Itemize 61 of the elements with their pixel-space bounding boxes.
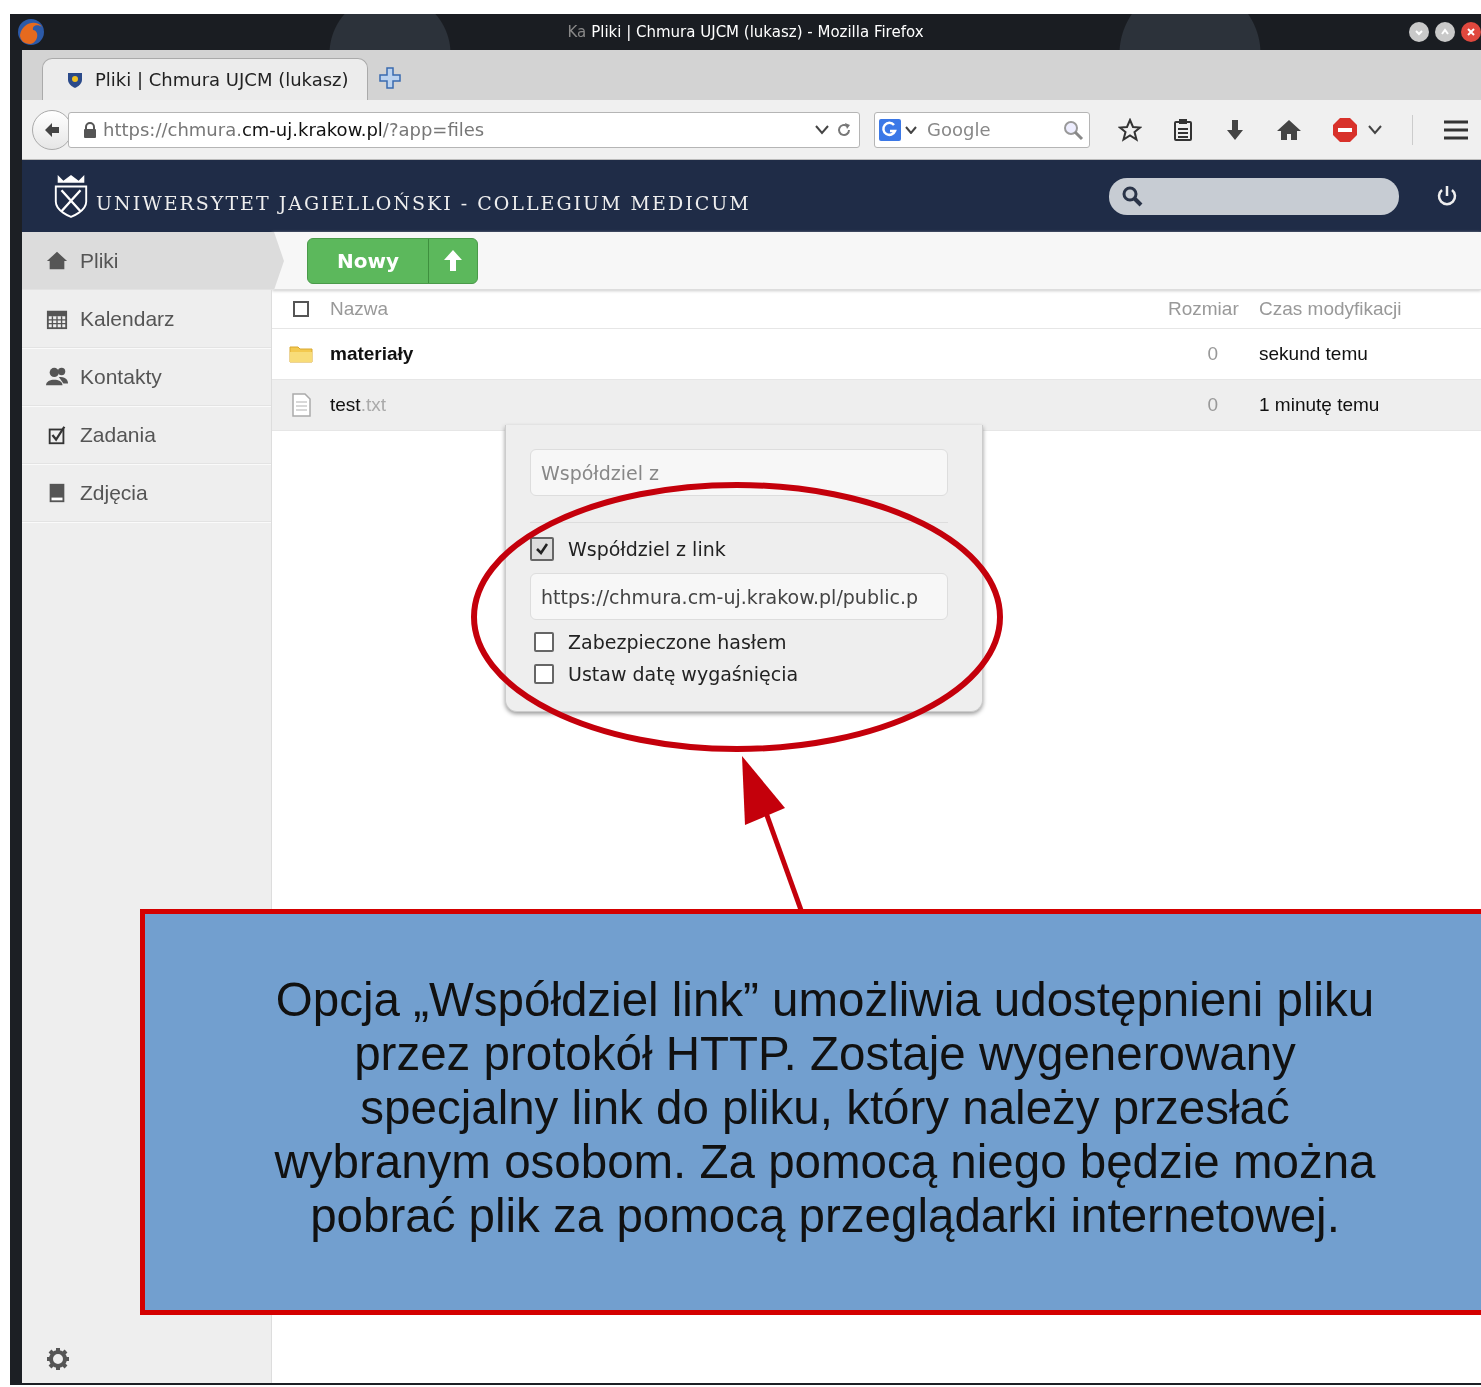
search-placeholder: Google: [927, 119, 992, 140]
university-crest-icon: [52, 172, 90, 220]
settings-icon[interactable]: [46, 1347, 70, 1371]
checkmark-icon: [535, 542, 549, 556]
search-field[interactable]: [1109, 177, 1399, 215]
close-icon: [1466, 27, 1476, 37]
url-text: https://chmura.cm-uj.krakow.pl/?app=files: [103, 119, 485, 140]
stop-sign-icon[interactable]: [1332, 116, 1358, 143]
power-icon[interactable]: [1435, 184, 1459, 208]
share-with-field[interactable]: Współdziel z: [530, 449, 948, 496]
file-row[interactable]: test.txt 0 1 minutę temu: [272, 380, 1481, 431]
minimize-button[interactable]: [1409, 22, 1429, 42]
chevron-down-icon: [1414, 27, 1424, 37]
window-title: Pliki | Chmura UJCM (lukasz) - Mozilla Firefox: [591, 23, 924, 41]
file-name[interactable]: test.txt: [330, 394, 1168, 416]
menu-icon[interactable]: [1443, 118, 1469, 141]
title-fragment: Ka: [567, 23, 587, 41]
modified-cell-text: 1 minutę temu: [1258, 394, 1381, 416]
reload-icon[interactable]: [835, 120, 853, 139]
checkbox-label: Współdziel z link: [568, 538, 726, 560]
search-bar[interactable]: Google: [874, 111, 1090, 148]
lock-icon: [83, 121, 97, 138]
sidebar-item[interactable]: Kalendarz: [22, 290, 271, 348]
checkbox-label: Ustaw datę wygaśnięcia: [568, 663, 799, 685]
callout-text: Opcja „Współdziel link” umożliwia udostępnieni pliku przez protokół HTTP. Zostaje wygenerowany specjalny link do pliku, który należy przesłać wybranym osobom. Za pomocą niego będzie można pobrać plik za pomocą przeglądarki internetowej.: [273, 973, 1377, 1243]
dropdown-caret-icon[interactable]: [1368, 124, 1382, 135]
checkbox[interactable]: [534, 664, 554, 684]
dropdown-caret-icon[interactable]: [815, 124, 829, 135]
sidebar-item[interactable]: Pliki: [22, 232, 284, 290]
checkbox-label: Zabezpieczone hasłem: [568, 631, 787, 653]
document-icon: [290, 393, 312, 417]
checkbox-icon: [46, 423, 68, 446]
chevron-up-icon: [1440, 27, 1450, 37]
sidebar-item[interactable]: Kontakty: [22, 348, 271, 406]
sidebar-item[interactable]: Zdjęcia: [22, 464, 271, 522]
google-g-icon[interactable]: [879, 118, 901, 141]
select-all-checkbox[interactable]: [293, 301, 309, 317]
firefox-logo-icon: [16, 17, 46, 47]
new-tab-plus-icon[interactable]: [377, 66, 402, 90]
maximize-button[interactable]: [1435, 22, 1455, 42]
sidebar-item[interactable]: Zadania: [22, 406, 271, 464]
close-button[interactable]: [1461, 22, 1481, 42]
download-arrow-icon[interactable]: [1224, 117, 1246, 142]
search-icon: [1121, 185, 1143, 207]
size-cell-text: 0: [1206, 343, 1219, 365]
dropdown-caret-icon[interactable]: [905, 125, 917, 134]
checkbox[interactable]: [534, 632, 554, 652]
address-bar[interactable]: https://chmura.cm-uj.krakow.pl/?app=files: [68, 111, 860, 148]
file-name[interactable]: materiały: [330, 343, 1168, 365]
folder-icon: [289, 344, 313, 364]
clipboard-icon[interactable]: [1172, 117, 1194, 142]
link-field[interactable]: https://chmura.cm-uj.krakow.pl/public.p: [530, 573, 948, 620]
star-icon[interactable]: [1118, 117, 1142, 142]
size-cell-text: 0: [1206, 394, 1219, 416]
checkbox[interactable]: [530, 537, 554, 561]
home-icon[interactable]: [1276, 117, 1302, 142]
modified-cell-text: sekund temu: [1258, 343, 1369, 365]
browser-tab[interactable]: Pliki | Chmura UJCM (lukasz): [42, 58, 368, 100]
home-icon: [46, 249, 68, 272]
university-name: UNIWERSYTET JAGIELLOŃSKI - COLLEGIUM MEDICUM: [96, 192, 751, 214]
people-icon: [46, 365, 68, 388]
